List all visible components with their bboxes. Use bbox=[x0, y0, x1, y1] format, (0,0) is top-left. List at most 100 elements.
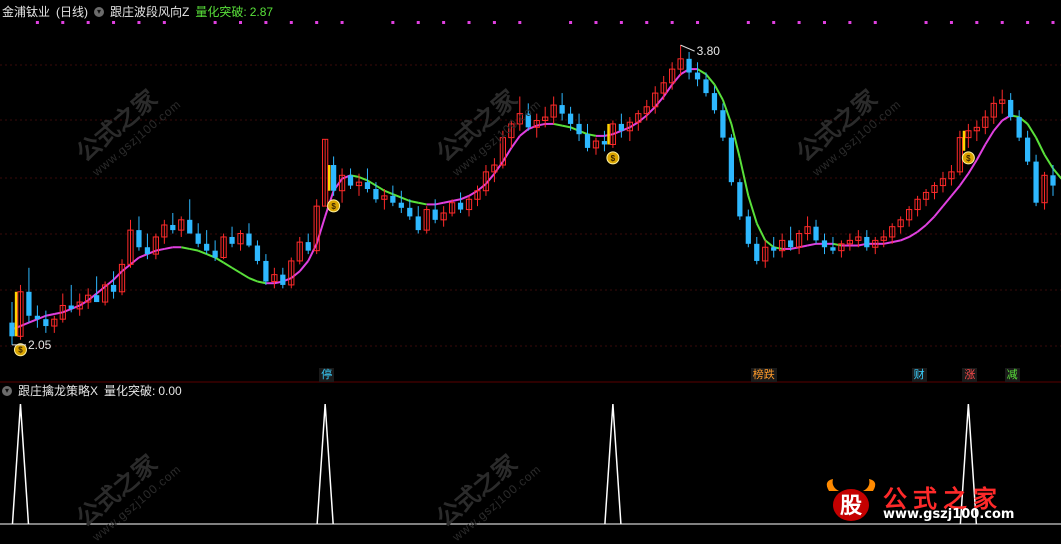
trend-segment bbox=[950, 184, 961, 197]
indicator-toggle-icon[interactable]: ▾ bbox=[94, 7, 105, 17]
dot-marker bbox=[1000, 21, 1004, 24]
candle-body bbox=[703, 79, 709, 94]
signal-tag: 涨 bbox=[962, 368, 978, 382]
candle-body bbox=[813, 226, 819, 241]
trend-segment bbox=[409, 200, 419, 204]
spike bbox=[11, 403, 30, 525]
candle-body bbox=[212, 250, 218, 258]
candle-body bbox=[415, 216, 421, 231]
candle-body bbox=[457, 202, 464, 210]
trend-segment bbox=[231, 266, 242, 274]
trend-segment bbox=[62, 307, 72, 314]
trend-segment bbox=[612, 129, 622, 136]
trend-segment bbox=[637, 114, 648, 123]
trend-segment bbox=[476, 183, 487, 192]
candle-body bbox=[398, 202, 404, 208]
trend-segment bbox=[891, 239, 901, 244]
candle-body bbox=[229, 236, 235, 244]
trend-segment bbox=[1043, 154, 1054, 169]
trend-segment bbox=[1035, 137, 1046, 156]
candle-body bbox=[559, 105, 565, 114]
candle-body bbox=[136, 230, 142, 248]
trend-segment bbox=[485, 172, 496, 185]
trend-segment bbox=[959, 173, 970, 187]
candle-body bbox=[110, 284, 117, 292]
signal-bar bbox=[14, 291, 18, 337]
trend-segment bbox=[315, 216, 327, 245]
candle-body bbox=[373, 189, 379, 200]
sub-indicator-name[interactable]: 跟庄擒龙策略X bbox=[18, 381, 98, 401]
trend-segment bbox=[418, 201, 427, 206]
candle-body bbox=[821, 240, 828, 248]
candle-body bbox=[1024, 137, 1031, 162]
indicator-toggle-icon[interactable]: ▾ bbox=[2, 386, 12, 396]
money-bag-symbol: $ bbox=[18, 346, 23, 355]
trend-segment bbox=[28, 318, 38, 324]
trend-segment bbox=[112, 270, 123, 281]
trend-segment bbox=[400, 196, 411, 202]
trend-segment bbox=[984, 130, 995, 145]
trend-segment bbox=[1026, 123, 1037, 139]
candle-body bbox=[788, 240, 794, 248]
signal-tag: 榜跌 bbox=[750, 368, 777, 382]
candle-body bbox=[204, 243, 210, 251]
indicator-name[interactable]: 跟庄波段风向Z bbox=[110, 2, 189, 22]
dot-marker bbox=[746, 21, 750, 24]
trend-segment bbox=[553, 122, 563, 127]
candle-body bbox=[864, 236, 870, 248]
candle-body bbox=[254, 245, 261, 261]
candlestick-series bbox=[9, 45, 1056, 345]
dot-marker bbox=[518, 21, 522, 24]
candle-body bbox=[1050, 175, 1056, 186]
trend-segment bbox=[916, 224, 927, 233]
trend-segment bbox=[189, 247, 199, 252]
svg-text:股: 股 bbox=[840, 493, 862, 519]
trend-segment bbox=[239, 272, 250, 279]
period-label[interactable]: (日线) bbox=[56, 2, 88, 22]
dot-marker bbox=[492, 21, 496, 24]
trend-segment bbox=[96, 285, 106, 295]
candle-body bbox=[407, 207, 413, 217]
trend-segment bbox=[451, 198, 461, 202]
candle-body bbox=[618, 123, 624, 131]
candle-body bbox=[1016, 117, 1022, 138]
bull-logo-icon: 股 bbox=[826, 479, 876, 521]
signal-tag: 停 bbox=[319, 368, 335, 382]
trend-segment bbox=[298, 260, 309, 272]
sub-metric-value: 0.00 bbox=[158, 384, 182, 398]
candle-body bbox=[9, 322, 15, 337]
candle-body bbox=[68, 305, 74, 309]
money-bag-symbol: $ bbox=[331, 202, 336, 211]
dot-marker bbox=[848, 21, 852, 24]
candle-body bbox=[34, 315, 41, 320]
money-bag-symbol: $ bbox=[966, 154, 971, 163]
dot-marker bbox=[696, 21, 700, 24]
trend-segment bbox=[248, 277, 258, 283]
dot-marker bbox=[340, 21, 344, 24]
trend-segment bbox=[536, 122, 546, 127]
candle-body bbox=[390, 195, 396, 203]
grid-lines bbox=[0, 64, 1061, 347]
sub-metric-label: 量化突破: bbox=[104, 384, 156, 398]
trend-segment bbox=[755, 222, 767, 241]
candle-body bbox=[754, 243, 760, 261]
trend-segment bbox=[181, 246, 190, 250]
brand-url: www.gszj100.com bbox=[883, 507, 1015, 522]
dot-marker bbox=[391, 21, 395, 24]
trend-segment bbox=[460, 194, 470, 201]
dot-marker bbox=[645, 21, 649, 24]
trend-segment bbox=[629, 121, 639, 129]
dot-marker bbox=[924, 21, 928, 24]
dot-marker bbox=[315, 21, 319, 24]
candle-body bbox=[576, 123, 582, 135]
trend-segment bbox=[45, 313, 55, 317]
symbol-name[interactable]: 金浦钛业 bbox=[2, 2, 50, 22]
candle-body bbox=[280, 274, 286, 285]
candle-body bbox=[347, 175, 354, 186]
candle-body bbox=[567, 113, 574, 124]
candle-body bbox=[694, 72, 701, 80]
trend-segment bbox=[933, 205, 944, 218]
candle-body bbox=[195, 233, 201, 244]
candle-body bbox=[144, 247, 151, 255]
candle-body bbox=[187, 219, 193, 234]
